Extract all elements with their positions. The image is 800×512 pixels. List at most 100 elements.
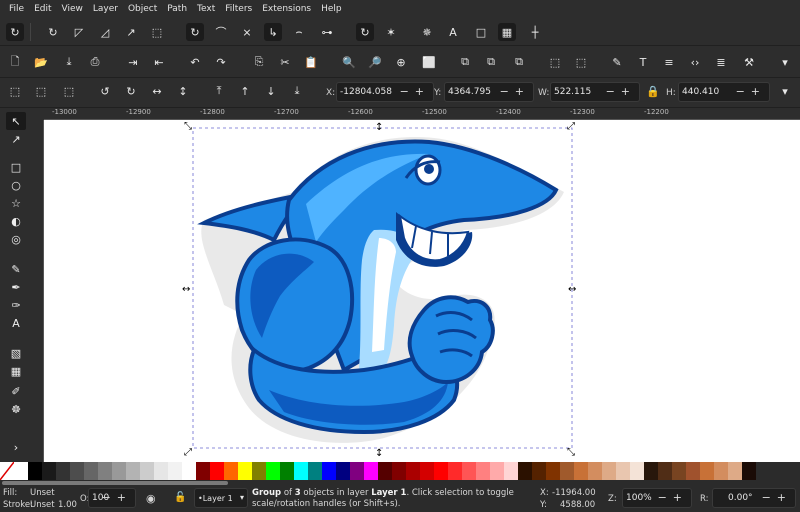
- palette-swatch[interactable]: [70, 462, 84, 480]
- menu-view[interactable]: View: [57, 4, 88, 14]
- palette-swatch[interactable]: [518, 462, 532, 480]
- handle-ne-icon[interactable]: ⤢: [567, 121, 575, 132]
- palette-swatch[interactable]: [168, 462, 182, 480]
- print-icon[interactable]: ⎙: [86, 53, 104, 71]
- palette-swatch[interactable]: [238, 462, 252, 480]
- menu-help[interactable]: Help: [316, 4, 347, 14]
- zoom-page-width-icon[interactable]: ⬜: [420, 53, 438, 71]
- rotation-stepper-icon[interactable]: −+: [762, 491, 792, 504]
- w-stepper-icon[interactable]: −+: [606, 85, 636, 98]
- palette-swatch[interactable]: [196, 462, 210, 480]
- toolbox-expand-icon[interactable]: ›: [6, 438, 26, 456]
- palette-swatch[interactable]: [658, 462, 672, 480]
- palette-swatch[interactable]: [140, 462, 154, 480]
- palette-swatch[interactable]: [476, 462, 490, 480]
- snap-object-center-icon[interactable]: ✶: [382, 23, 400, 41]
- align-distribute-icon[interactable]: ≣: [712, 53, 730, 71]
- star-tool-icon[interactable]: ☆: [6, 194, 26, 212]
- palette-swatch[interactable]: [350, 462, 364, 480]
- new-document-icon[interactable]: 🗋: [6, 53, 24, 71]
- undo-icon[interactable]: ↶: [186, 53, 204, 71]
- palette-swatch[interactable]: [742, 462, 756, 480]
- ungroup-icon[interactable]: ⬚: [572, 53, 590, 71]
- snap-grid-icon[interactable]: ▦: [498, 23, 516, 41]
- flip-vertical-icon[interactable]: ↕: [174, 82, 192, 100]
- handle-se-icon[interactable]: ⤡: [567, 447, 575, 458]
- x-input[interactable]: -12804.058 −+: [336, 82, 434, 102]
- layer-select[interactable]: •Layer 1 ▾: [194, 488, 248, 508]
- palette-swatch[interactable]: [560, 462, 574, 480]
- palette-swatch[interactable]: [574, 462, 588, 480]
- opacity-input[interactable]: 100 −+: [88, 488, 136, 508]
- rotation-input[interactable]: 0.00° −+: [712, 488, 796, 508]
- w-input[interactable]: 522.115 −+: [550, 82, 640, 102]
- palette-swatch[interactable]: [84, 462, 98, 480]
- handle-sw-icon[interactable]: ⤢: [184, 447, 192, 458]
- select-all-layers-icon[interactable]: ⬚: [32, 82, 50, 100]
- palette-swatch[interactable]: [42, 462, 56, 480]
- calligraphy-tool-icon[interactable]: ✑: [6, 296, 26, 314]
- handle-w-icon[interactable]: ↔: [182, 284, 190, 295]
- palette-swatch[interactable]: [294, 462, 308, 480]
- palette-swatch[interactable]: [420, 462, 434, 480]
- vertical-ruler[interactable]: [36, 120, 44, 462]
- palette-swatch[interactable]: [644, 462, 658, 480]
- palette-swatch[interactable]: [364, 462, 378, 480]
- paste-icon[interactable]: 📋: [302, 53, 320, 71]
- palette-swatch[interactable]: [252, 462, 266, 480]
- snap-bbox-corner-icon[interactable]: ◿: [96, 23, 114, 41]
- selector-tool-icon[interactable]: ↖: [6, 112, 26, 130]
- palette-swatch[interactable]: [448, 462, 462, 480]
- snap-rotation-center-icon[interactable]: ✵: [418, 23, 436, 41]
- palette-swatch[interactable]: [630, 462, 644, 480]
- lower-to-bottom-icon[interactable]: ⤓: [288, 82, 306, 100]
- menu-file[interactable]: File: [4, 4, 29, 14]
- zoom-drawing-icon[interactable]: 🔎: [366, 53, 384, 71]
- palette-swatch[interactable]: [210, 462, 224, 480]
- group-icon[interactable]: ⬚: [546, 53, 564, 71]
- snap-others-icon[interactable]: ↻: [356, 23, 374, 41]
- snap-toggle-icon[interactable]: ↻: [6, 23, 24, 41]
- palette-swatch[interactable]: [280, 462, 294, 480]
- palette-swatch[interactable]: [98, 462, 112, 480]
- pencil-tool-icon[interactable]: ✎: [6, 260, 26, 278]
- snap-bbox-center-icon[interactable]: ⬚: [148, 23, 166, 41]
- zoom-input[interactable]: 100% −+: [622, 488, 692, 508]
- duplicate-icon[interactable]: ⧉: [456, 53, 474, 71]
- raise-to-top-icon[interactable]: ⤒: [210, 82, 228, 100]
- dropper-tool-icon[interactable]: ✐: [6, 382, 26, 400]
- rotate-cw-icon[interactable]: ↻: [122, 82, 140, 100]
- snap-cusp-nodes-icon[interactable]: ↳: [264, 23, 282, 41]
- palette-swatch[interactable]: [686, 462, 700, 480]
- stroke-value[interactable]: Unset: [30, 500, 55, 510]
- menu-path[interactable]: Path: [162, 4, 192, 14]
- no-paint-swatch[interactable]: [0, 461, 15, 481]
- palette-swatch[interactable]: [588, 462, 602, 480]
- import-icon[interactable]: ⇥: [124, 53, 142, 71]
- ellipse-tool-icon[interactable]: ○: [6, 176, 26, 194]
- zoom-page-icon[interactable]: ⊕: [392, 53, 410, 71]
- palette-swatch[interactable]: [490, 462, 504, 480]
- palette-swatch[interactable]: [112, 462, 126, 480]
- palette-swatch[interactable]: [714, 462, 728, 480]
- palette-swatch[interactable]: [28, 462, 42, 480]
- handle-nw-icon[interactable]: ⤡: [184, 121, 192, 132]
- palette-swatch[interactable]: [462, 462, 476, 480]
- 3d-box-tool-icon[interactable]: ◐: [6, 212, 26, 230]
- lower-icon[interactable]: ↓: [262, 82, 280, 100]
- palette-swatch[interactable]: [126, 462, 140, 480]
- pen-tool-icon[interactable]: ✒: [6, 278, 26, 296]
- h-stepper-icon[interactable]: −+: [736, 85, 766, 98]
- palette-swatch[interactable]: [378, 462, 392, 480]
- scrollbar-thumb[interactable]: [2, 481, 228, 485]
- zoom-stepper-icon[interactable]: −+: [658, 491, 688, 504]
- palette-swatch[interactable]: [154, 462, 168, 480]
- fill-value[interactable]: Unset: [30, 488, 55, 498]
- h-input[interactable]: 440.410 −+: [678, 82, 770, 102]
- unlink-clone-icon[interactable]: ⧉: [510, 53, 528, 71]
- palette-swatch[interactable]: [532, 462, 546, 480]
- handle-s-icon[interactable]: ↕: [375, 448, 383, 459]
- snap-bbox-icon[interactable]: ↻: [44, 23, 62, 41]
- x-stepper-icon[interactable]: −+: [400, 85, 430, 98]
- stroke-width[interactable]: 1.00: [58, 500, 77, 510]
